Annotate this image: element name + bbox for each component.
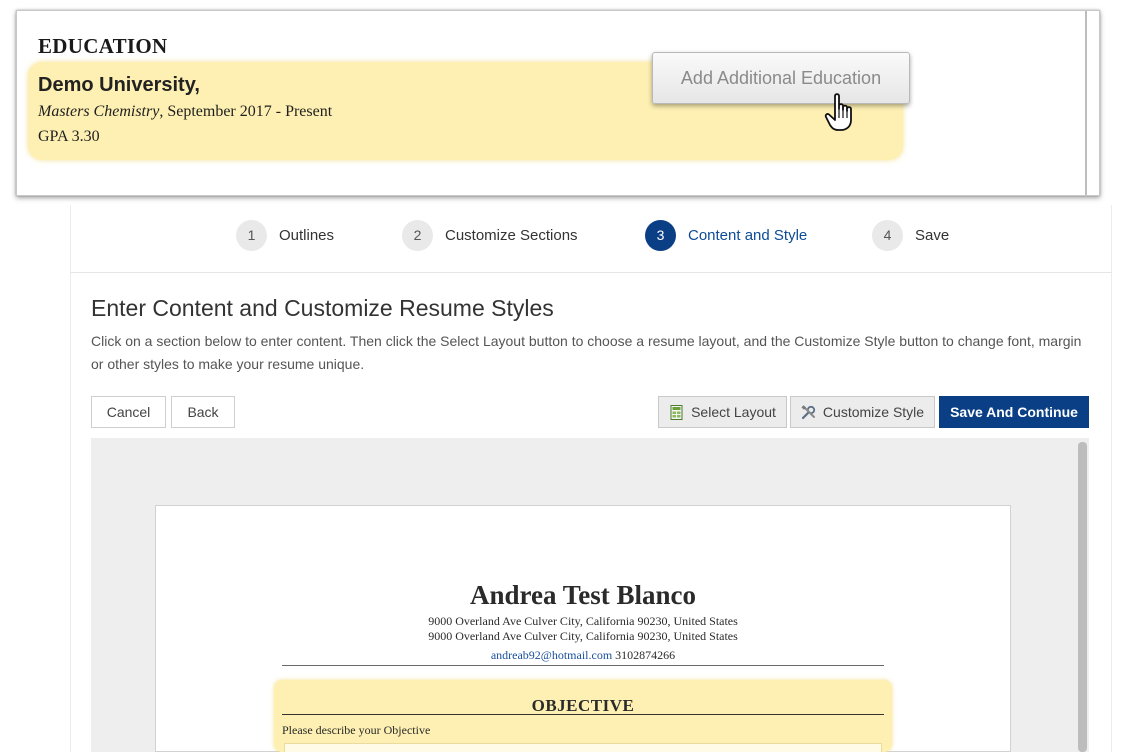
resume-email-link[interactable]: andreab92@hotmail.com	[491, 648, 612, 662]
education-degree-line: Masters Chemistry, September 2017 - Pres…	[38, 103, 332, 121]
education-section-heading: EDUCATION	[38, 34, 168, 58]
step-label: Content and Style	[688, 226, 808, 244]
objective-placeholder: Please describe your Objective	[282, 723, 431, 737]
education-dates: , September 2017 - Present	[159, 103, 333, 120]
step-number: 4	[872, 219, 903, 251]
step-label: Customize Sections	[445, 226, 578, 244]
step-number: 2	[402, 219, 433, 251]
page-description: Click on a section below to enter conten…	[91, 333, 1082, 372]
resume-header-divider	[282, 665, 884, 666]
resume-address-line-1: 9000 Overland Ave Culver City, Californi…	[428, 614, 738, 628]
save-and-continue-button[interactable]: Save And Continue	[939, 396, 1089, 428]
add-additional-education-button[interactable]: Add Additional Education	[652, 52, 910, 104]
page-title: Enter Content and Customize Resume Style…	[91, 295, 554, 321]
step-number: 3	[645, 219, 676, 251]
objective-section-highlight[interactable]	[274, 680, 892, 752]
customize-style-label: Customize Style	[822, 404, 925, 420]
step-label: Outlines	[279, 226, 335, 244]
tools-icon	[801, 404, 816, 419]
objective-divider	[282, 714, 884, 715]
step-save[interactable]: 4 Save	[872, 219, 949, 251]
step-outlines[interactable]: 1 Outlines	[236, 219, 334, 251]
cancel-button[interactable]: Cancel	[91, 396, 166, 428]
layout-icon	[670, 404, 683, 420]
customize-style-button[interactable]: Customize Style	[790, 396, 935, 428]
education-gpa: GPA 3.30	[38, 128, 100, 145]
objective-input[interactable]	[284, 743, 882, 752]
resume-address-line-2: 9000 Overland Ave Culver City, Californi…	[428, 629, 738, 643]
education-school-name: Demo University,	[38, 74, 200, 96]
objective-heading: OBJECTIVE	[531, 696, 635, 715]
step-content-and-style[interactable]: 3 Content and Style	[645, 219, 807, 251]
hand-pointer-icon	[824, 93, 852, 131]
select-layout-button[interactable]: Select Layout	[658, 396, 787, 428]
step-customize-sections[interactable]: 2 Customize Sections	[402, 219, 578, 251]
step-number: 1	[236, 219, 267, 251]
callout-scrollbar	[1085, 11, 1087, 195]
back-button[interactable]: Back	[171, 396, 235, 428]
education-degree: Masters Chemistry	[38, 103, 160, 120]
select-layout-label: Select Layout	[691, 404, 776, 420]
resume-contact-line: andreab92@hotmail.com 3102874266	[155, 648, 1011, 663]
step-label: Save	[915, 226, 950, 244]
resume-name[interactable]: Andrea Test Blanco	[155, 580, 1011, 611]
resume-phone: 3102874266	[612, 648, 676, 662]
progress-stepper: 1 Outlines 2 Customize Sections 3 Conten…	[70, 205, 1112, 273]
preview-scrollbar[interactable]	[1078, 442, 1087, 752]
